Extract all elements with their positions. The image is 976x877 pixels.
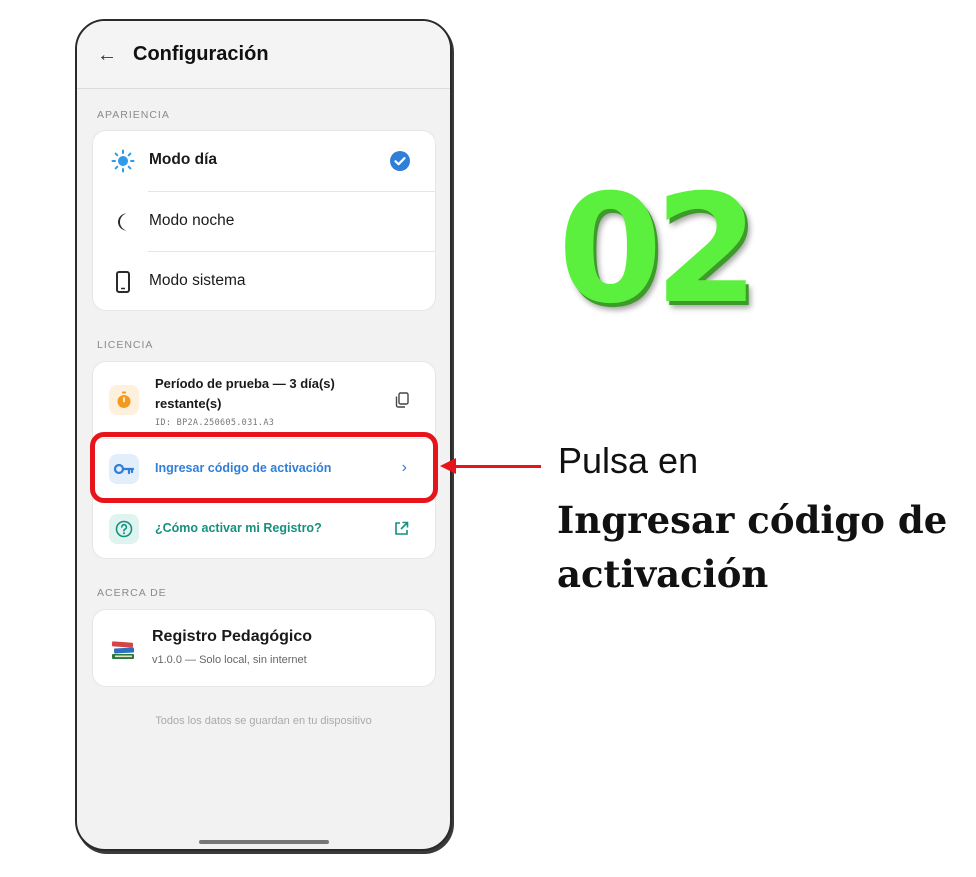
- section-label-license: LICENCIA: [97, 339, 154, 351]
- callout-instruction: Pulsa en: [558, 440, 699, 481]
- page-title: Configuración: [133, 43, 269, 65]
- home-indicator[interactable]: [199, 840, 329, 844]
- enter-activation-code-button[interactable]: Ingresar código de activación ›: [93, 439, 435, 499]
- how-to-activate-label: ¿Cómo activar mi Registro?: [155, 521, 322, 535]
- section-label-about: ACERCA DE: [97, 587, 167, 599]
- app-bar: ← Configuración: [77, 21, 450, 89]
- back-arrow-icon[interactable]: ←: [97, 45, 127, 65]
- about-card: Registro Pedagógico v1.0.0 — Solo local,…: [92, 609, 436, 687]
- books-icon: [109, 635, 137, 668]
- moon-icon: [111, 210, 135, 234]
- stopwatch-icon: [109, 385, 139, 415]
- sun-icon: [111, 149, 135, 173]
- mode-item-night[interactable]: Modo noche: [93, 192, 435, 252]
- copy-icon[interactable]: [395, 392, 409, 413]
- check-circle-icon: [390, 151, 410, 176]
- phone-frame: ← Configuración APARIENCIA Modo día Modo…: [75, 19, 452, 851]
- callout-target: Ingresar código de activación: [557, 498, 948, 596]
- external-link-icon: [394, 521, 409, 541]
- appearance-card: Modo día Modo noche Modo sistema: [92, 130, 436, 311]
- phone-icon: [111, 270, 135, 294]
- how-to-activate-link[interactable]: ¿Cómo activar mi Registro?: [93, 500, 435, 558]
- callout-arrow-icon: [440, 458, 456, 474]
- storage-note: Todos los datos se guardan en tu disposi…: [155, 715, 372, 727]
- help-circle-icon: [109, 514, 139, 544]
- version-info: v1.0.0 — Solo local, sin internet: [152, 654, 307, 666]
- license-card: Período de prueba — 3 día(s) restante(s)…: [92, 361, 436, 559]
- mode-item-system[interactable]: Modo sistema: [93, 252, 435, 310]
- mode-label-day: Modo día: [149, 151, 218, 168]
- step-number: 02: [558, 163, 759, 337]
- chevron-right-icon: ›: [401, 459, 407, 476]
- key-icon: [109, 454, 139, 484]
- mode-item-day[interactable]: Modo día: [93, 131, 435, 191]
- callout-arrow-line: [452, 465, 541, 468]
- device-id: ID: BP2A.250605.031.A3: [155, 418, 275, 428]
- trial-status-row: Período de prueba — 3 día(s) restante(s)…: [93, 362, 435, 438]
- app-name: Registro Pedagógico: [152, 628, 313, 645]
- mode-label-system: Modo sistema: [149, 272, 246, 289]
- trial-status-text: Período de prueba — 3 día(s) restante(s): [155, 376, 335, 411]
- mode-label-night: Modo noche: [149, 212, 235, 229]
- activation-code-label: Ingresar código de activación: [155, 461, 332, 475]
- section-label-appearance: APARIENCIA: [97, 109, 170, 121]
